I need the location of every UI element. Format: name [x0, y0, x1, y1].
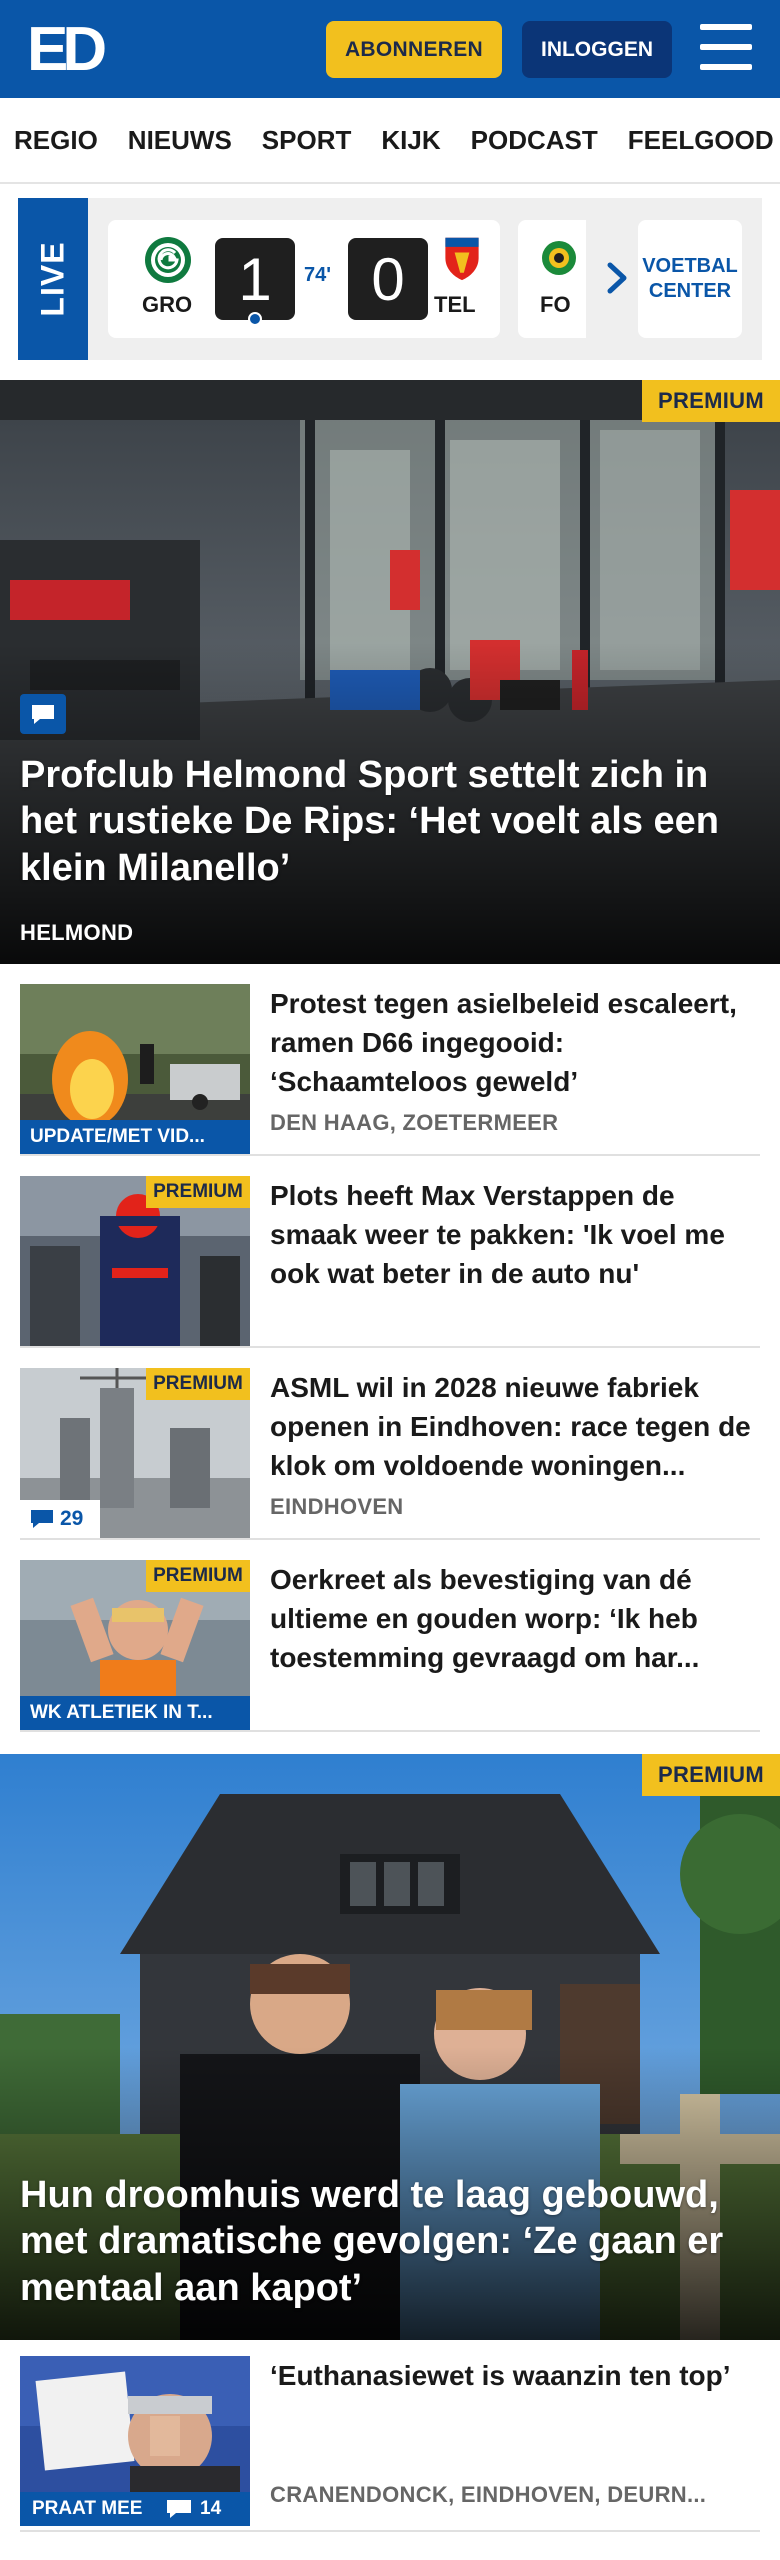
- live-scores: LIVE GRO 1 74' 0 TEL FO VOETBAL CENTER: [18, 198, 762, 360]
- live-label: LIVE: [34, 241, 71, 317]
- wk-atletiek-label: WK ATLETIEK IN T...: [20, 1696, 250, 1730]
- comment-count-value: 14: [200, 2498, 222, 2519]
- comment-icon: [20, 694, 66, 734]
- comment-count[interactable]: 29: [20, 1500, 100, 1538]
- logo-text: ED: [27, 15, 107, 84]
- voetbal-center-link[interactable]: VOETBAL CENTER: [638, 220, 742, 338]
- fortuna-logo-icon: [542, 241, 576, 275]
- nav-item-podcast[interactable]: PODCAST: [471, 125, 598, 156]
- article-title: ASML wil in 2028 nieuwe fabriek openen i…: [270, 1372, 751, 1482]
- list-item[interactable]: UPDATE/MET VID... Protest tegen asielbel…: [20, 984, 760, 1156]
- list-item[interactable]: PREMIUM 29 ASML wil in 2028 nieuwe fabri…: [20, 1368, 760, 1540]
- comment-icon: [167, 2500, 191, 2518]
- praat-mee-label[interactable]: PRAAT MEE: [20, 2492, 160, 2526]
- next-match-card[interactable]: FO: [518, 220, 586, 338]
- article-thumbnail: UPDATE/MET VID...: [20, 984, 250, 1154]
- article-title: Protest tegen asielbeleid escaleert, ram…: [270, 988, 737, 1098]
- article-thumbnail: PREMIUM 29: [20, 1368, 250, 1538]
- hero-article-helmond[interactable]: PREMIUM Profclub Helmond Sport settelt z…: [0, 380, 780, 964]
- article-thumbnail: PREMIUM WK ATLETIEK IN T...: [20, 1560, 250, 1730]
- ed-logo[interactable]: ED: [27, 15, 115, 84]
- article-thumbnail: PRAAT MEE 14: [20, 2356, 250, 2526]
- goal-indicator: [248, 312, 262, 326]
- away-score: 0: [348, 238, 428, 320]
- away-team-abbr: TEL: [434, 292, 476, 317]
- update-video-label: UPDATE/MET VID...: [20, 1120, 250, 1154]
- nav-item-kijk[interactable]: KIJK: [381, 125, 440, 156]
- list-item[interactable]: PREMIUM Plots heeft Max Verstappen de sm…: [20, 1176, 760, 1348]
- hamburger-icon[interactable]: [700, 24, 752, 70]
- article-title: Oerkreet als bevestiging van dé ultieme …: [270, 1564, 700, 1674]
- nav-item-feelgood[interactable]: FEELGOOD: [628, 125, 774, 156]
- comment-count-value: 29: [60, 1507, 84, 1530]
- nav-item-nieuws[interactable]: NIEUWS: [128, 125, 232, 156]
- groningen-logo-icon: [145, 237, 191, 283]
- site-header: ED ABONNEREN INLOGGEN: [0, 0, 780, 98]
- voetbal-center-label: VOETBAL CENTER: [642, 254, 738, 304]
- nav-item-regio[interactable]: REGIO: [14, 125, 98, 156]
- home-score: 1: [215, 238, 295, 320]
- article-title: ‘Euthanasiewet is waanzin ten top’: [270, 2360, 731, 2391]
- hero-headline: Profclub Helmond Sport settelt zich in h…: [20, 754, 720, 889]
- article-title: Plots heeft Max Verstappen de smaak weer…: [270, 1180, 725, 1290]
- list-item[interactable]: PREMIUM WK ATLETIEK IN T... Oerkreet als…: [20, 1560, 760, 1732]
- hero-location: HELMOND: [20, 920, 134, 945]
- vc-line2: CENTER: [648, 280, 732, 302]
- article-thumbnail: PREMIUM: [20, 1176, 250, 1346]
- hero-headline: Hun droomhuis werd te laag gebouwd, met …: [20, 2174, 724, 2309]
- match-minute: 74': [304, 264, 332, 286]
- telstar-logo-icon: [445, 237, 479, 281]
- article-location: EINDHOVEN: [270, 1494, 404, 1519]
- subscribe-button[interactable]: ABONNEREN: [326, 21, 502, 78]
- home-team-abbr: GRO: [142, 292, 193, 317]
- chevron-right-icon[interactable]: [596, 253, 636, 303]
- premium-badge: PREMIUM: [146, 1368, 250, 1400]
- premium-badge: PREMIUM: [642, 1754, 780, 1796]
- hero-article-droomhuis[interactable]: PREMIUM Hun droomhuis werd te laag gebou…: [0, 1754, 780, 2340]
- comment-icon: [31, 1510, 53, 1528]
- article-location: CRANENDONCK, EINDHOVEN, DEURN...: [270, 2482, 707, 2507]
- article-location: DEN HAAG, ZOETERMEER: [270, 1110, 559, 1135]
- premium-badge: PREMIUM: [642, 380, 780, 422]
- list-item[interactable]: PRAAT MEE 14 ‘Euthanasiewet is waanzin t…: [20, 2356, 760, 2532]
- match-card[interactable]: GRO 1 74' 0 TEL: [108, 220, 500, 338]
- login-button[interactable]: INLOGGEN: [522, 21, 672, 78]
- premium-badge: PREMIUM: [146, 1176, 250, 1208]
- comment-count[interactable]: 14: [160, 2492, 250, 2526]
- vc-line1: VOETBAL: [642, 255, 738, 277]
- live-badge: LIVE: [18, 198, 88, 360]
- nav-item-sport[interactable]: SPORT: [262, 125, 352, 156]
- next-team-abbr: FO: [540, 292, 571, 317]
- section-nav: REGIO NIEUWS SPORT KIJK PODCAST FEELGOOD…: [0, 98, 780, 184]
- premium-badge: PREMIUM: [146, 1560, 250, 1592]
